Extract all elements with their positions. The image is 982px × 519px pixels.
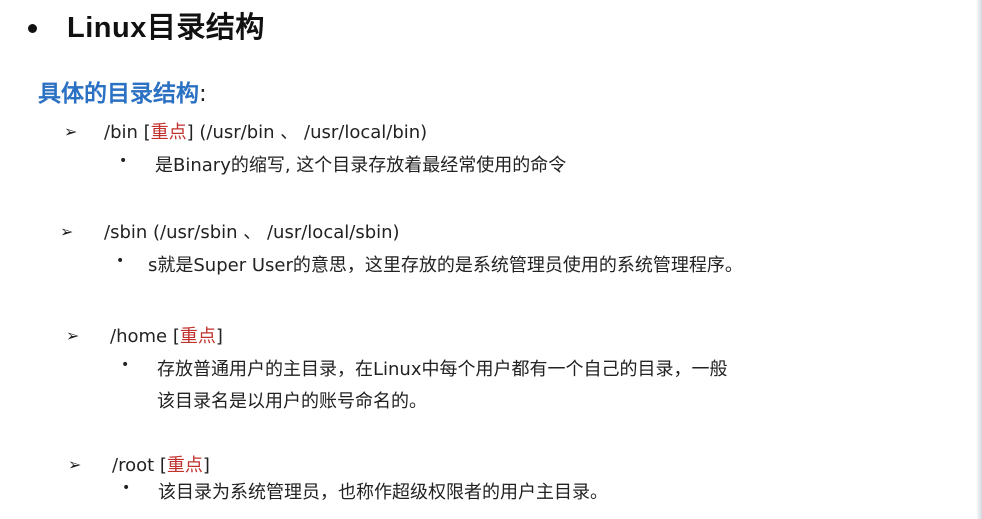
description-text: 存放普通用户的主目录，在Linux中每个用户都有一个自己的目录，一般 该目录名是以… — [157, 359, 728, 412]
dir-heading: ➢ /bin [重点] (/usr/bin 、 /usr/local/bin) — [64, 118, 566, 144]
dir-description: • s就是Super User的意思，这里存放的是系统管理员使用的系统管理程序。 — [116, 250, 743, 282]
dir-item-home: ➢ /home [重点] • 存放普通用户的主目录，在Linux中每个用户都有一… — [66, 322, 728, 418]
dir-path: /root [重点] — [112, 455, 210, 476]
bullet-dot-icon: • — [121, 357, 130, 373]
dir-path: /bin [重点] (/usr/bin 、 /usr/local/bin) — [104, 122, 428, 143]
subtitle-colon: : — [199, 81, 207, 107]
dir-item-sbin: ➢ /sbin (/usr/sbin 、 /usr/local/sbin) • … — [60, 218, 743, 282]
bullet-dot-icon: • — [119, 153, 128, 169]
key-tag: 重点 — [179, 326, 216, 347]
subtitle: 具体的目录结构: — [38, 74, 207, 108]
dir-path: /home [重点] — [110, 326, 223, 347]
dir-item-root: ➢ /root [重点] • 该目录为系统管理员，也称作超级权限者的用户主目录。 — [68, 451, 608, 509]
description-text: 该目录为系统管理员，也称作超级权限者的用户主目录。 — [158, 482, 608, 503]
dir-heading: ➢ /home [重点] — [66, 322, 728, 348]
title-row: Linux目录结构 — [28, 4, 265, 46]
dir-heading: ➢ /root [重点] — [68, 451, 608, 477]
slide: Linux目录结构 具体的目录结构: ➢ /bin [重点] (/usr/bin… — [0, 0, 982, 519]
subtitle-text: 具体的目录结构 — [38, 81, 199, 107]
description-text: 是Binary的缩写, 这个目录存放着最经常使用的命令 — [155, 155, 567, 176]
arrow-bullet-icon: ➢ — [68, 454, 82, 474]
dir-heading: ➢ /sbin (/usr/sbin 、 /usr/local/sbin) — [60, 218, 743, 244]
key-tag: 重点 — [166, 455, 203, 476]
bullet-dot-icon: • — [122, 480, 131, 496]
key-tag: 重点 — [150, 122, 187, 143]
bullet-dot-icon: • — [116, 253, 125, 269]
bullet-dot-icon — [28, 23, 37, 33]
dir-description: • 是Binary的缩写, 这个目录存放着最经常使用的命令 — [119, 150, 566, 182]
dir-description: • 该目录为系统管理员，也称作超级权限者的用户主目录。 — [122, 477, 608, 509]
dir-item-bin: ➢ /bin [重点] (/usr/bin 、 /usr/local/bin) … — [64, 118, 566, 182]
arrow-bullet-icon: ➢ — [60, 221, 74, 241]
description-text: s就是Super User的意思，这里存放的是系统管理员使用的系统管理程序。 — [148, 255, 743, 276]
slide-title: Linux目录结构 — [67, 12, 265, 44]
dir-description: • 存放普通用户的主目录，在Linux中每个用户都有一个自己的目录，一般 该目录名… — [121, 354, 728, 418]
dir-path: /sbin (/usr/sbin 、 /usr/local/sbin) — [104, 222, 400, 243]
arrow-bullet-icon: ➢ — [66, 325, 80, 345]
arrow-bullet-icon: ➢ — [64, 121, 78, 141]
